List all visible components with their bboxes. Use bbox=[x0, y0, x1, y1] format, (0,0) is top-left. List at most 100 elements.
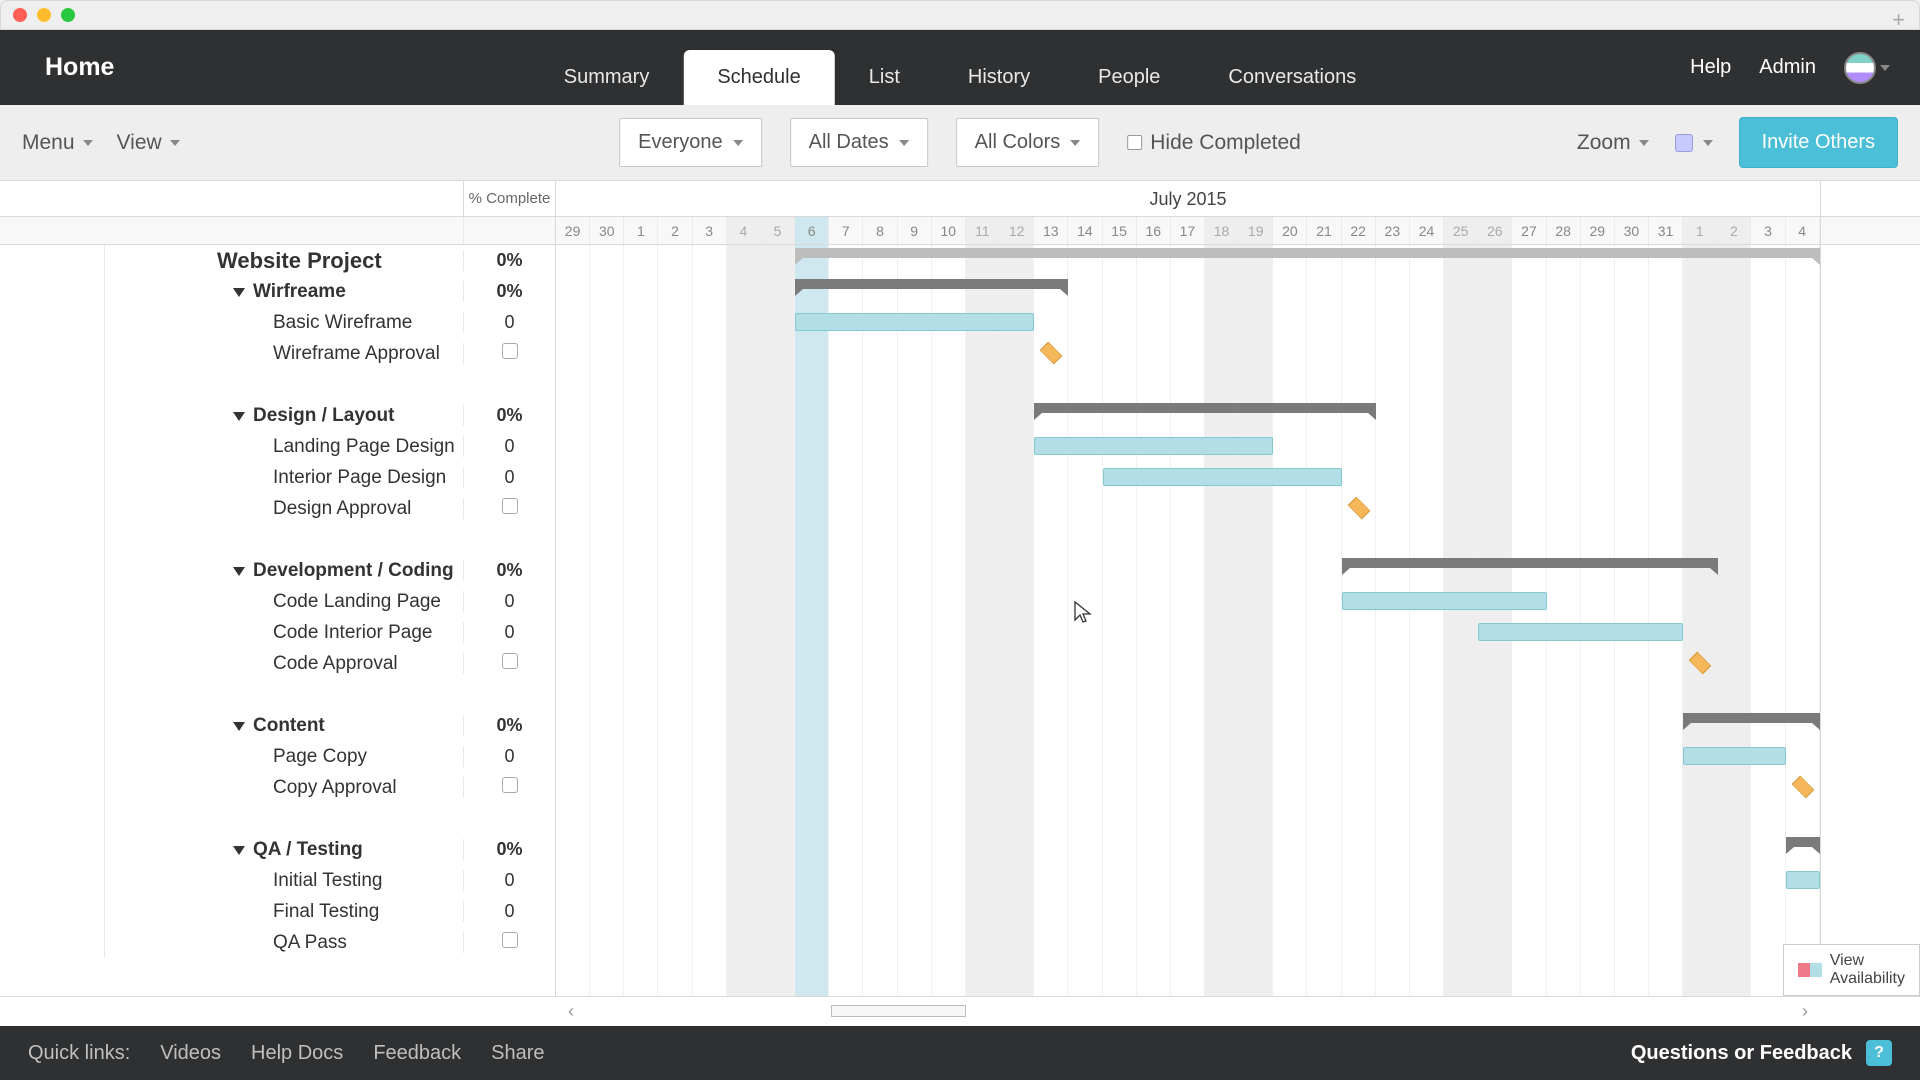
task-bar[interactable] bbox=[795, 313, 1034, 331]
day-header-cell: 5 bbox=[761, 217, 795, 244]
disclosure-triangle-icon[interactable] bbox=[233, 412, 245, 421]
footer-link-videos[interactable]: Videos bbox=[160, 1042, 221, 1065]
view-availability-button[interactable]: View Availability bbox=[1783, 944, 1920, 996]
day-header-cell: 13 bbox=[1034, 217, 1068, 244]
window-minimize-icon[interactable] bbox=[37, 8, 51, 22]
day-header-cell: 30 bbox=[590, 217, 624, 244]
day-header-cell: 3 bbox=[1751, 217, 1785, 244]
footer-link-share[interactable]: Share bbox=[491, 1042, 544, 1065]
task-name[interactable]: Final Testing bbox=[105, 901, 463, 923]
pct-complete-cell: 0% bbox=[463, 839, 555, 860]
zoom-dropdown[interactable]: Zoom bbox=[1577, 131, 1649, 155]
milestone-checkbox[interactable] bbox=[502, 777, 518, 793]
window-titlebar: + bbox=[0, 0, 1920, 30]
help-link[interactable]: Help bbox=[1690, 56, 1731, 79]
tab-schedule[interactable]: Schedule bbox=[683, 50, 834, 105]
summary-bar[interactable] bbox=[1034, 403, 1376, 413]
scroll-right-icon[interactable]: › bbox=[1790, 1001, 1820, 1022]
view-dropdown[interactable]: View bbox=[117, 131, 180, 155]
task-name[interactable]: Wireframe Approval bbox=[105, 343, 463, 365]
filter-colors-dropdown[interactable]: All Colors bbox=[956, 118, 1100, 167]
group-name[interactable]: Development / Coding bbox=[253, 560, 454, 581]
pct-complete-cell: 0% bbox=[463, 405, 555, 426]
milestone-checkbox[interactable] bbox=[502, 653, 518, 669]
menu-dropdown[interactable]: Menu bbox=[22, 131, 93, 155]
pct-complete-cell: 0 bbox=[463, 436, 555, 457]
scroll-left-icon[interactable]: ‹ bbox=[556, 1001, 586, 1022]
group-name[interactable]: Content bbox=[253, 715, 325, 736]
window-close-icon[interactable] bbox=[13, 8, 27, 22]
group-name[interactable]: Design / Layout bbox=[253, 405, 394, 426]
milestone-diamond-icon[interactable] bbox=[1040, 342, 1063, 365]
task-name[interactable]: Design Approval bbox=[105, 498, 463, 520]
milestone-diamond-icon[interactable] bbox=[1689, 652, 1712, 675]
milestone-diamond-icon[interactable] bbox=[1792, 776, 1815, 799]
task-name[interactable]: Basic Wireframe bbox=[105, 312, 463, 334]
summary-bar[interactable] bbox=[1342, 558, 1718, 568]
chevron-down-icon bbox=[83, 140, 93, 146]
summary-bar[interactable] bbox=[1786, 837, 1820, 847]
milestone-checkbox[interactable] bbox=[502, 932, 518, 948]
tab-summary[interactable]: Summary bbox=[530, 50, 684, 105]
home-link[interactable]: Home bbox=[45, 53, 114, 82]
help-icon[interactable]: ? bbox=[1866, 1040, 1892, 1066]
task-name[interactable]: Initial Testing bbox=[105, 870, 463, 892]
chart-color-dropdown[interactable] bbox=[1675, 134, 1713, 152]
tab-list[interactable]: List bbox=[835, 50, 934, 105]
day-header-cell: 4 bbox=[1786, 217, 1820, 244]
summary-bar[interactable] bbox=[795, 248, 1820, 258]
toolbar: Menu View Everyone All Dates All Colors … bbox=[0, 105, 1920, 181]
avatar-icon bbox=[1844, 52, 1876, 84]
task-bar[interactable] bbox=[1478, 623, 1683, 641]
task-bar[interactable] bbox=[1683, 747, 1785, 765]
hide-completed-checkbox[interactable]: Hide Completed bbox=[1127, 118, 1301, 167]
day-header-cell: 20 bbox=[1273, 217, 1307, 244]
task-name[interactable]: QA Pass bbox=[105, 932, 463, 954]
window-zoom-icon[interactable] bbox=[61, 8, 75, 22]
footer-link-feedback[interactable]: Feedback bbox=[373, 1042, 461, 1065]
milestone-checkbox[interactable] bbox=[502, 343, 518, 359]
task-bar[interactable] bbox=[1103, 468, 1342, 486]
summary-bar[interactable] bbox=[795, 279, 1068, 289]
disclosure-triangle-icon[interactable] bbox=[233, 722, 245, 731]
group-name[interactable]: QA / Testing bbox=[253, 839, 363, 860]
task-bar[interactable] bbox=[1786, 871, 1820, 889]
footer-link-help-docs[interactable]: Help Docs bbox=[251, 1042, 343, 1065]
task-name[interactable]: Code Interior Page bbox=[105, 622, 463, 644]
task-name[interactable]: Code Approval bbox=[105, 653, 463, 675]
day-header-cell: 15 bbox=[1103, 217, 1137, 244]
milestone-checkbox[interactable] bbox=[502, 498, 518, 514]
disclosure-triangle-icon[interactable] bbox=[233, 567, 245, 576]
quick-links-label: Quick links: bbox=[28, 1042, 130, 1065]
questions-feedback-link[interactable]: Questions or Feedback bbox=[1631, 1042, 1852, 1065]
pct-complete-cell: 0 bbox=[463, 622, 555, 643]
milestone-diamond-icon[interactable] bbox=[1347, 497, 1370, 520]
scrollbar-thumb[interactable] bbox=[831, 1005, 966, 1017]
gantt-horizontal-scrollbar[interactable]: ‹ › bbox=[0, 996, 1920, 1026]
tab-conversations[interactable]: Conversations bbox=[1194, 50, 1390, 105]
task-bar[interactable] bbox=[1034, 437, 1273, 455]
tab-history[interactable]: History bbox=[934, 50, 1064, 105]
day-header-cell: 12 bbox=[1000, 217, 1034, 244]
disclosure-triangle-icon[interactable] bbox=[233, 288, 245, 297]
task-name[interactable]: Copy Approval bbox=[105, 777, 463, 799]
summary-bar[interactable] bbox=[1683, 713, 1820, 723]
chevron-down-icon bbox=[1070, 140, 1080, 146]
pct-complete-cell: 0 bbox=[463, 870, 555, 891]
task-name[interactable]: Page Copy bbox=[105, 746, 463, 768]
invite-others-button[interactable]: Invite Others bbox=[1739, 117, 1898, 168]
task-name[interactable]: Landing Page Design bbox=[105, 436, 463, 458]
disclosure-triangle-icon[interactable] bbox=[233, 846, 245, 855]
admin-link[interactable]: Admin bbox=[1759, 56, 1816, 79]
group-name[interactable]: Wirfreame bbox=[253, 281, 346, 302]
task-name[interactable]: Interior Page Design bbox=[105, 467, 463, 489]
user-menu[interactable] bbox=[1844, 52, 1890, 84]
chevron-down-icon bbox=[733, 140, 743, 146]
project-name[interactable]: Website Project bbox=[217, 248, 382, 273]
filter-dates-dropdown[interactable]: All Dates bbox=[790, 118, 928, 167]
task-name[interactable]: Code Landing Page bbox=[105, 591, 463, 613]
day-header-cell: 25 bbox=[1444, 217, 1478, 244]
tab-people[interactable]: People bbox=[1064, 50, 1194, 105]
task-bar[interactable] bbox=[1342, 592, 1547, 610]
filter-people-dropdown[interactable]: Everyone bbox=[619, 118, 762, 167]
